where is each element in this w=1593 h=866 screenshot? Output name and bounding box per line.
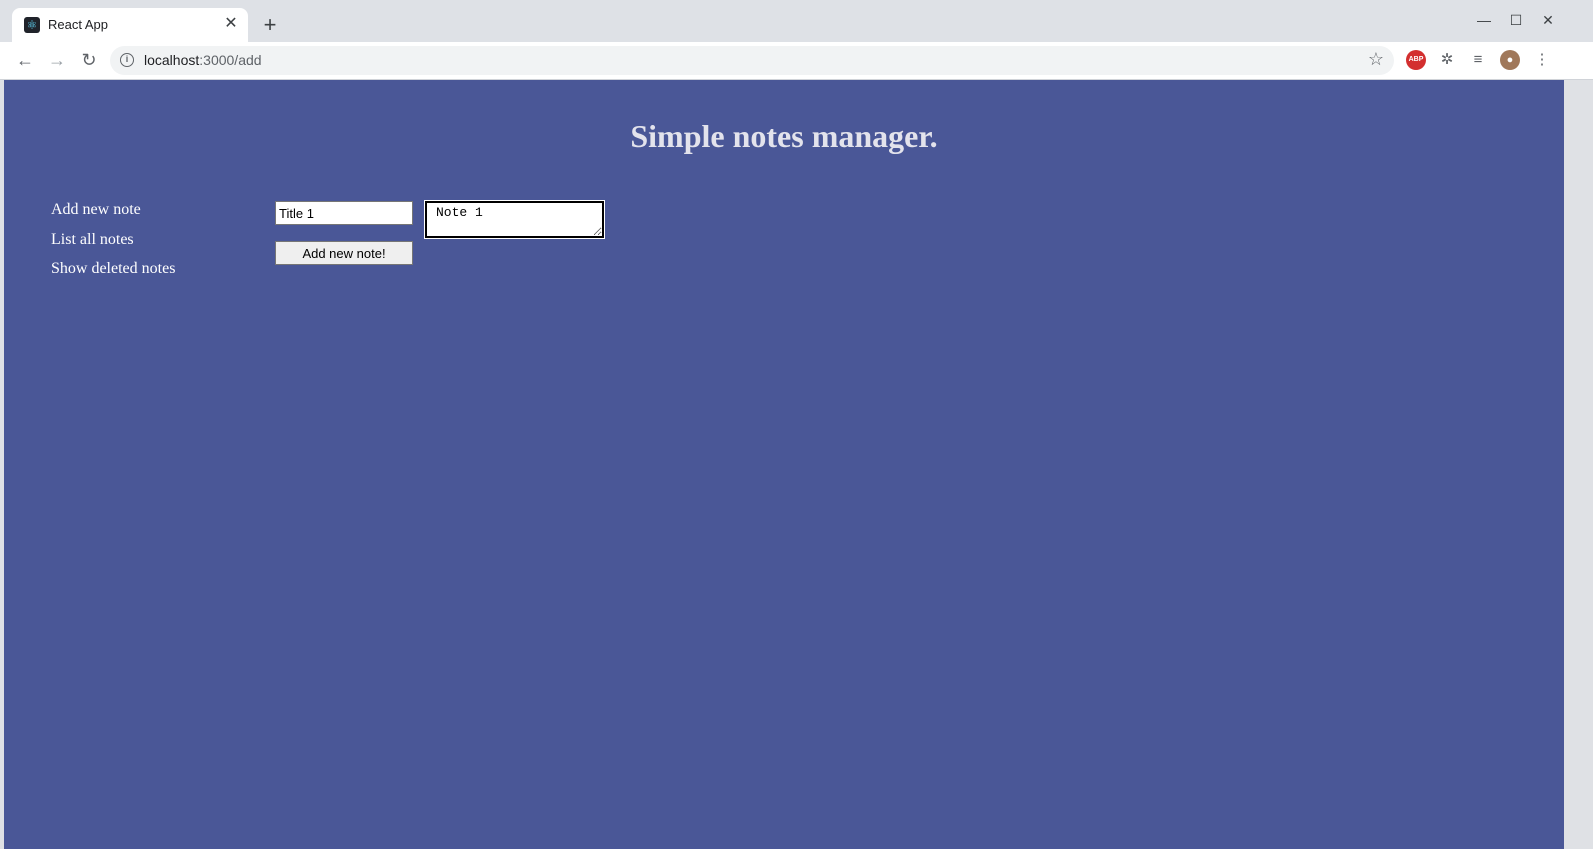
tab-strip: ⚛ React App ✕ + — ☐ ✕ [0, 0, 1593, 42]
page-title: Simple notes manager. [630, 118, 938, 154]
note-title-input[interactable] [275, 201, 413, 225]
abp-icon[interactable]: ABP [1406, 50, 1426, 70]
tab-react-app[interactable]: ⚛ React App ✕ [12, 8, 248, 42]
close-window-icon[interactable]: ✕ [1538, 10, 1558, 30]
forward-icon[interactable]: → [45, 48, 69, 72]
media-icon[interactable]: ≡ [1468, 50, 1488, 70]
browser-toolbar: ← → ↻ i localhost:3000/add ☆ ABP ✲ ≡ ● ⋮ [0, 42, 1593, 80]
maximize-icon[interactable]: ☐ [1506, 10, 1526, 30]
window-bottom-edge [0, 849, 1593, 866]
address-bar[interactable]: i localhost:3000/add ☆ [110, 46, 1394, 75]
reload-icon[interactable]: ↻ [77, 48, 101, 72]
bookmark-star-icon[interactable]: ☆ [1368, 49, 1384, 70]
new-tab-button[interactable]: + [258, 13, 282, 37]
react-logo-icon: ⚛ [24, 17, 40, 33]
close-tab-icon[interactable]: ✕ [222, 15, 240, 33]
puzzle-icon[interactable]: ✲ [1437, 50, 1457, 70]
page-content: Simple notes manager. Add new note List … [4, 80, 1564, 849]
avatar[interactable]: ● [1500, 50, 1520, 70]
tab-title: React App [48, 17, 108, 32]
nav-list-all-notes[interactable]: List all notes [51, 230, 175, 249]
add-note-button[interactable]: Add new note! [275, 241, 413, 265]
minimize-icon[interactable]: — [1474, 10, 1494, 30]
menu-kebab-icon[interactable]: ⋮ [1532, 50, 1552, 70]
nav-add-new-note[interactable]: Add new note [51, 200, 175, 219]
url-text: localhost:3000/add [144, 52, 262, 68]
back-icon[interactable]: ← [13, 48, 37, 72]
sidebar-nav: Add new note List all notes Show deleted… [51, 200, 175, 289]
note-body-textarea[interactable]: Note 1 [424, 200, 605, 239]
browser-window: ⚛ React App ✕ + — ☐ ✕ ← → ↻ i localhost:… [0, 0, 1593, 866]
nav-show-deleted-notes[interactable]: Show deleted notes [51, 259, 175, 278]
site-info-icon[interactable]: i [120, 53, 134, 67]
